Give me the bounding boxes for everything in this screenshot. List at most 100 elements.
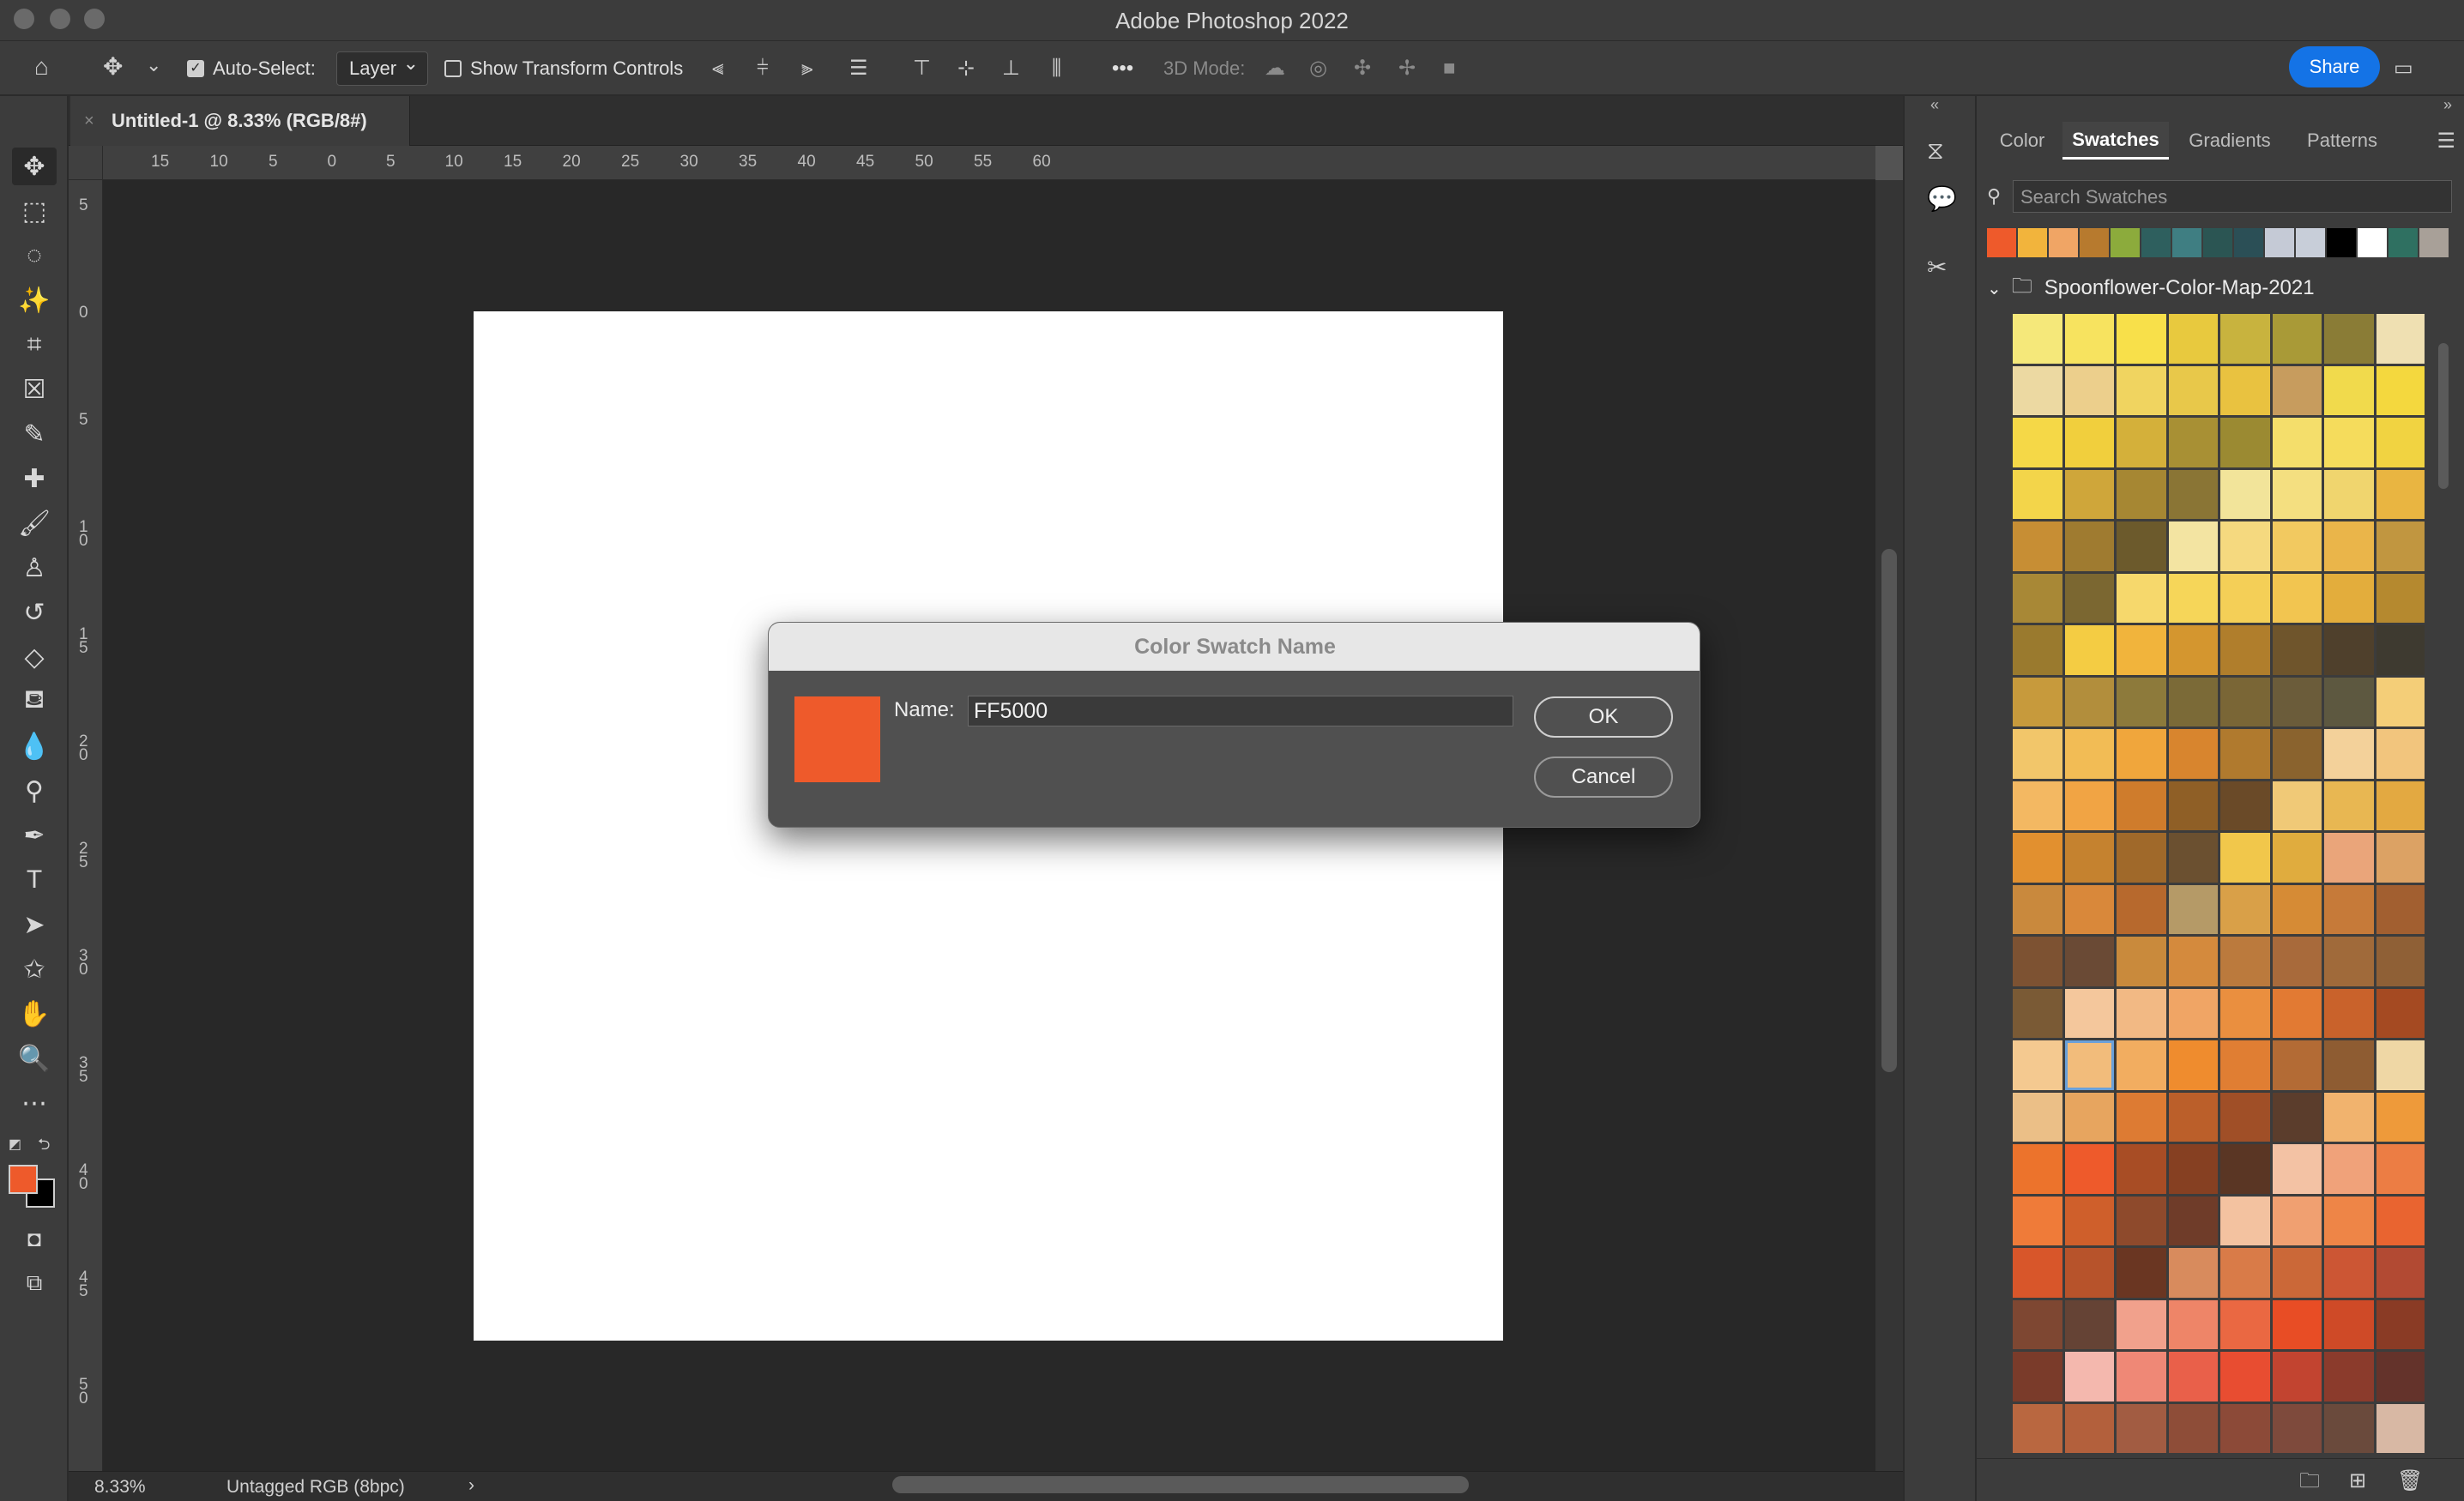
swatch-cell[interactable]	[2168, 937, 2218, 986]
swatch-cell[interactable]	[2117, 573, 2166, 623]
dodge-tool-icon[interactable]: ⚲	[12, 772, 57, 810]
swatch-cell[interactable]	[2272, 833, 2322, 883]
swatch-cell[interactable]	[2013, 729, 2062, 779]
swatch-cell[interactable]	[2324, 677, 2374, 726]
recent-swatch[interactable]	[2358, 228, 2387, 257]
align-horizontal-center-icon[interactable]: ⫩	[757, 57, 769, 81]
distribute-icon[interactable]: ☰	[849, 57, 868, 81]
share-button[interactable]: Share	[2289, 46, 2380, 87]
history-panel-icon[interactable]: ⧖	[1927, 139, 1944, 163]
new-swatch-icon[interactable]: ⊞	[2349, 1469, 2366, 1493]
swatch-cell[interactable]	[2324, 469, 2374, 519]
swatch-cell[interactable]	[2117, 1248, 2166, 1298]
swatch-cell[interactable]	[2272, 521, 2322, 571]
tab-patterns[interactable]: Patterns	[2291, 122, 2394, 160]
slide-3d-icon[interactable]: ✢	[1398, 57, 1416, 81]
swatch-cell[interactable]	[2117, 1403, 2166, 1453]
swatch-cell[interactable]	[2272, 1352, 2322, 1402]
swatch-cell[interactable]	[2013, 469, 2062, 519]
swatch-cell[interactable]	[2168, 418, 2218, 467]
swatch-cell[interactable]	[2013, 314, 2062, 364]
recent-swatch[interactable]	[2234, 228, 2263, 257]
swatch-cell[interactable]	[2272, 1403, 2322, 1453]
swatch-cell[interactable]	[2117, 988, 2166, 1038]
swatch-cell[interactable]	[2013, 884, 2062, 934]
swatch-cell[interactable]	[2220, 1299, 2270, 1349]
swatch-cell[interactable]	[2117, 521, 2166, 571]
swap-colors-icon[interactable]: ⮌	[38, 1134, 50, 1160]
swatch-cell[interactable]	[2064, 833, 2114, 883]
swatch-cell[interactable]	[2013, 1248, 2062, 1298]
cancel-button[interactable]: Cancel	[1534, 757, 1673, 798]
swatch-cell[interactable]	[2324, 314, 2374, 364]
swatch-cell[interactable]	[2220, 1403, 2270, 1453]
swatch-cell[interactable]	[2117, 1196, 2166, 1245]
roll-3d-icon[interactable]: ◎	[1309, 57, 1327, 81]
swatch-cell[interactable]	[2013, 1352, 2062, 1402]
swatch-cell[interactable]	[2376, 469, 2425, 519]
workspace-icon[interactable]: ▭	[2394, 57, 2413, 81]
frame-tool-icon[interactable]: ☒	[12, 371, 57, 408]
swatch-cell[interactable]	[2064, 1144, 2114, 1194]
swatch-cell[interactable]	[2117, 418, 2166, 467]
eyedropper-tool-icon[interactable]: ✎	[12, 415, 57, 453]
swatch-cell[interactable]	[2064, 365, 2114, 415]
swatch-cell[interactable]	[2324, 1040, 2374, 1090]
swatch-cell[interactable]	[2272, 1248, 2322, 1298]
vertical-scrollbar-thumb[interactable]	[1881, 549, 1897, 1072]
show-transform-controls-option[interactable]: Show Transform Controls	[444, 41, 683, 96]
swatch-cell[interactable]	[2117, 469, 2166, 519]
swatch-cell[interactable]	[2168, 781, 2218, 830]
swatch-cell[interactable]	[2272, 937, 2322, 986]
swatch-cell[interactable]	[2064, 1352, 2114, 1402]
swatch-cell[interactable]	[2064, 1248, 2114, 1298]
swatch-cell[interactable]	[2272, 1144, 2322, 1194]
recent-swatch[interactable]	[2327, 228, 2356, 257]
swatch-cell[interactable]	[2117, 833, 2166, 883]
swatch-cell[interactable]	[2272, 573, 2322, 623]
document-tab[interactable]: × Untitled-1 @ 8.33% (RGB/8#)	[70, 96, 410, 146]
swatch-cell[interactable]	[2064, 937, 2114, 986]
align-right-icon[interactable]: ⫸	[801, 57, 813, 81]
swatch-cell[interactable]	[2220, 1196, 2270, 1245]
swatch-cell[interactable]	[2013, 418, 2062, 467]
swatch-cell[interactable]	[2272, 677, 2322, 726]
shape-tool-icon[interactable]: ✩	[12, 950, 57, 988]
swatch-cell[interactable]	[2117, 1092, 2166, 1142]
swatch-cell[interactable]	[2013, 625, 2062, 675]
swatch-cell[interactable]	[2272, 469, 2322, 519]
swatch-cell[interactable]	[2376, 418, 2425, 467]
swatch-cell[interactable]	[2220, 677, 2270, 726]
swatch-cell[interactable]	[2272, 1092, 2322, 1142]
more-options-button[interactable]: •••	[1112, 41, 1133, 96]
swatch-cell[interactable]	[2220, 418, 2270, 467]
swatch-cell[interactable]	[2272, 1040, 2322, 1090]
recent-swatch[interactable]	[2018, 228, 2047, 257]
swatch-cell[interactable]	[2117, 729, 2166, 779]
new-group-folder-icon[interactable]: 🗀	[2299, 1469, 2320, 1493]
swatch-cell[interactable]	[2013, 988, 2062, 1038]
swatch-cell[interactable]	[2324, 1196, 2374, 1245]
orbit-3d-icon[interactable]: ☁	[1265, 57, 1285, 81]
swatch-cell[interactable]	[2117, 1144, 2166, 1194]
swatch-cell[interactable]	[2168, 1196, 2218, 1245]
swatch-cell[interactable]	[2272, 1196, 2322, 1245]
swatch-cell[interactable]	[2013, 1040, 2062, 1090]
swatch-cell[interactable]	[2376, 1196, 2425, 1245]
swatch-cell[interactable]	[2220, 1352, 2270, 1402]
recent-swatch[interactable]	[2080, 228, 2109, 257]
close-tab-icon[interactable]: ×	[84, 112, 94, 131]
swatch-cell[interactable]	[2117, 884, 2166, 934]
tab-swatches[interactable]: Swatches	[2062, 122, 2169, 160]
home-icon[interactable]: ⌂	[34, 55, 49, 79]
swatch-cell[interactable]	[2117, 365, 2166, 415]
swatch-cell[interactable]	[2220, 573, 2270, 623]
foreground-color-swatch[interactable]	[9, 1165, 38, 1194]
swatch-cell[interactable]	[2013, 937, 2062, 986]
recent-swatch[interactable]	[2296, 228, 2325, 257]
swatch-cell[interactable]	[2272, 625, 2322, 675]
swatch-cell[interactable]	[2220, 521, 2270, 571]
swatch-cell[interactable]	[2376, 1248, 2425, 1298]
swatch-group-header[interactable]: ⌄ 🗀 Spoonflower-Color-Map-2021	[1987, 273, 2450, 304]
swatch-cell[interactable]	[2324, 988, 2374, 1038]
